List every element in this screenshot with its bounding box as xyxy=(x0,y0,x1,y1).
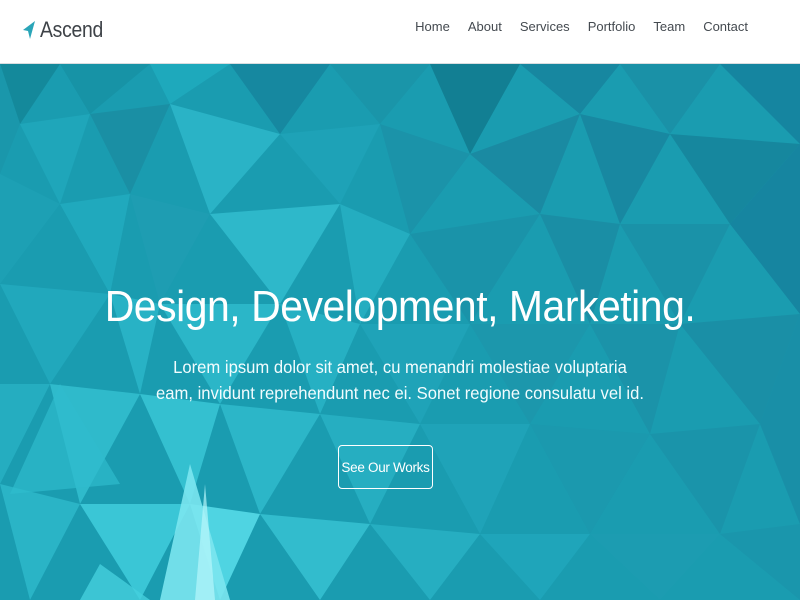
hero-subtitle: Lorem ipsum dolor sit amet, cu menandri … xyxy=(155,357,644,403)
top-navbar: Ascend Home About Services Portfolio Tea… xyxy=(0,0,800,64)
nav-item-home[interactable]: Home xyxy=(406,18,459,38)
nav-item-portfolio[interactable]: Portfolio xyxy=(579,18,645,38)
nav-item-team[interactable]: Team xyxy=(644,18,694,38)
main-nav: Home About Services Portfolio Team Conta… xyxy=(406,18,748,38)
see-our-works-button[interactable]: See Our Works xyxy=(338,445,433,489)
hero-content: Design, Development, Marketing. Lorem ip… xyxy=(0,64,800,600)
nav-item-about[interactable]: About xyxy=(459,18,511,38)
paper-plane-icon xyxy=(23,21,35,39)
brand-logo[interactable]: Ascend xyxy=(22,15,112,45)
nav-item-services[interactable]: Services xyxy=(511,18,579,38)
brand-name: Ascend xyxy=(40,17,104,42)
nav-item-contact[interactable]: Contact xyxy=(694,18,748,38)
hero-section: Design, Development, Marketing. Lorem ip… xyxy=(0,64,800,600)
hero-title: Design, Development, Marketing. xyxy=(104,282,696,331)
